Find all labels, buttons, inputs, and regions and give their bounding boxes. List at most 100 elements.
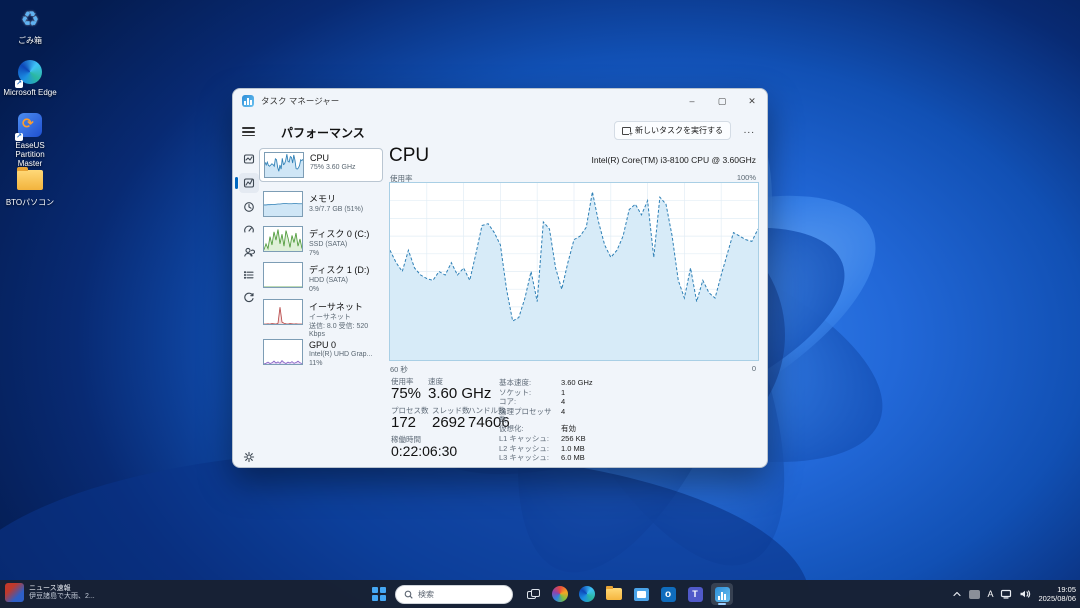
- detail-value: 256 KB: [561, 435, 699, 443]
- close-button[interactable]: ✕: [737, 89, 767, 113]
- desktop-icon-edge[interactable]: ↗ Microsoft Edge: [2, 60, 58, 97]
- clock-time: 19:05: [1038, 585, 1076, 594]
- start-button[interactable]: [368, 583, 390, 605]
- task-view-button[interactable]: [522, 583, 544, 605]
- edge-taskbar-button[interactable]: [576, 583, 598, 605]
- detail-value: 4: [561, 398, 699, 406]
- stat-value-threads: 2692: [432, 414, 465, 431]
- perf-item-sub2: 0%: [309, 286, 369, 294]
- perf-item-sub: イーサネット: [309, 314, 379, 322]
- sidebar-item-users[interactable]: [239, 242, 259, 262]
- cpu-mini-chart: [264, 152, 304, 178]
- stat-value-speed: 3.60 GHz: [428, 385, 491, 402]
- more-options-button[interactable]: ...: [744, 121, 755, 140]
- search-placeholder: 検索: [418, 589, 434, 600]
- copilot-icon: [552, 586, 568, 602]
- desktop: ♻ ごみ箱 ↗ Microsoft Edge ↗ EaseUS Partitio…: [0, 0, 1080, 608]
- desktop-icon-recycle-bin[interactable]: ♻ ごみ箱: [2, 8, 58, 45]
- ethernet-mini-chart: [263, 299, 303, 325]
- widgets-news-button[interactable]: ニュース速報 伊豆諸島で大雨、2...: [5, 583, 95, 602]
- detail-key: L1 キャッシュ:: [499, 435, 561, 443]
- axis-0-label: 0: [752, 364, 756, 373]
- page-title: パフォーマンス: [281, 124, 365, 141]
- desktop-icon-label: ごみ箱: [2, 36, 58, 45]
- volume-button[interactable]: [1019, 589, 1031, 599]
- stat-value-utilization: 75%: [391, 385, 421, 402]
- file-explorer-button[interactable]: [603, 583, 625, 605]
- performance-icon: [243, 177, 255, 189]
- axis-60s-label: 60 秒: [390, 364, 408, 375]
- cpu-detail-grid: 基本速度:3.60 GHz ソケット:1 コア:4 論理プロセッサ数:4 仮想化…: [499, 379, 699, 462]
- speaker-icon: [1019, 589, 1031, 599]
- run-new-task-button[interactable]: 新しいタスクを実行する: [614, 121, 731, 140]
- network-button[interactable]: [1000, 589, 1012, 599]
- teams-button[interactable]: T: [684, 583, 706, 605]
- desktop-icon-folder[interactable]: BTOパソコン: [2, 168, 58, 207]
- detail-value: 4: [561, 408, 699, 424]
- detail-key: L3 キャッシュ:: [499, 454, 561, 462]
- perf-item-sub: HDD (SATA): [309, 277, 369, 285]
- shortcut-arrow-icon: ↗: [15, 133, 23, 141]
- taskbar-search-input[interactable]: 検索: [395, 585, 513, 604]
- sidebar-item-app-history[interactable]: [239, 197, 259, 217]
- sidebar-item-processes[interactable]: [239, 149, 259, 169]
- minimize-button[interactable]: –: [677, 89, 707, 113]
- disk1-mini-chart: [263, 262, 303, 288]
- outlook-button[interactable]: o: [657, 583, 679, 605]
- sidebar-item-performance[interactable]: [239, 173, 259, 193]
- tray-chevron-button[interactable]: [952, 590, 962, 598]
- titlebar[interactable]: タスク マネージャー – ▢ ✕: [233, 89, 767, 113]
- perf-item-sub: Intel(R) UHD Grap...: [309, 351, 372, 359]
- taskbar-clock[interactable]: 19:05 2025/08/06: [1038, 585, 1076, 603]
- detail-key: 仮想化:: [499, 425, 561, 433]
- news-headline: ニュース速報: [29, 585, 95, 593]
- perf-item-memory[interactable]: メモリ 3.9/7.7 GB (51%): [259, 188, 383, 220]
- run-task-icon: [622, 127, 631, 135]
- store-icon: [634, 588, 649, 601]
- search-icon: [404, 590, 413, 599]
- network-icon: [1000, 589, 1012, 599]
- startup-icon: [243, 223, 255, 235]
- task-manager-window: タスク マネージャー – ▢ ✕ パフォーマンス 新しいタスクを実行する ...: [232, 88, 768, 468]
- processes-icon: [243, 153, 255, 165]
- ime-indicator[interactable]: A: [987, 589, 993, 599]
- perf-item-cpu[interactable]: CPU 75% 3.60 GHz: [259, 148, 383, 182]
- recycle-bin-icon: ♻: [17, 8, 43, 32]
- perf-item-title: GPU 0: [309, 340, 372, 350]
- perf-item-title: ディスク 1 (D:): [309, 263, 369, 276]
- sidebar-item-startup-apps[interactable]: [239, 219, 259, 239]
- settings-button[interactable]: [239, 447, 259, 467]
- desktop-icon-easeus[interactable]: ↗ EaseUS Partition Master: [2, 113, 58, 168]
- copilot-button[interactable]: [549, 583, 571, 605]
- cpu-pane-title: CPU: [389, 145, 429, 167]
- task-manager-taskbar-button[interactable]: [711, 583, 733, 605]
- users-icon: [243, 246, 255, 258]
- detail-key: ソケット:: [499, 389, 561, 397]
- detail-value: 1: [561, 389, 699, 397]
- tray-app-button[interactable]: [969, 590, 980, 599]
- clock-date: 2025/08/06: [1038, 594, 1076, 603]
- store-button[interactable]: [630, 583, 652, 605]
- detail-key: L2 キャッシュ:: [499, 445, 561, 453]
- sidebar-item-details[interactable]: [239, 265, 259, 285]
- task-manager-icon: [242, 95, 254, 107]
- hamburger-menu-button[interactable]: [242, 125, 255, 139]
- outlook-icon: o: [661, 587, 676, 602]
- perf-item-sub: 75% 3.60 GHz: [310, 164, 356, 172]
- perf-item-gpu[interactable]: GPU 0 Intel(R) UHD Grap... 11%: [259, 336, 383, 371]
- perf-item-sub2: 11%: [309, 360, 372, 368]
- memory-mini-chart: [263, 191, 303, 217]
- shortcut-arrow-icon: ↗: [15, 80, 23, 88]
- news-subline: 伊豆諸島で大雨、2...: [29, 593, 95, 601]
- detail-key: 論理プロセッサ数:: [499, 408, 561, 424]
- perf-item-disk0[interactable]: ディスク 0 (C:) SSD (SATA) 7%: [259, 223, 383, 261]
- perf-item-sub: 3.9/7.7 GB (51%): [309, 206, 363, 214]
- sidebar-item-services[interactable]: [239, 287, 259, 307]
- perf-item-disk1[interactable]: ディスク 1 (D:) HDD (SATA) 0%: [259, 259, 383, 297]
- perf-item-title: ディスク 0 (C:): [309, 227, 369, 240]
- desktop-icon-label: EaseUS Partition Master: [2, 141, 58, 168]
- file-explorer-icon: [606, 588, 622, 600]
- perf-item-title: CPU: [310, 153, 356, 163]
- details-list-icon: [243, 269, 255, 281]
- maximize-button[interactable]: ▢: [707, 89, 737, 113]
